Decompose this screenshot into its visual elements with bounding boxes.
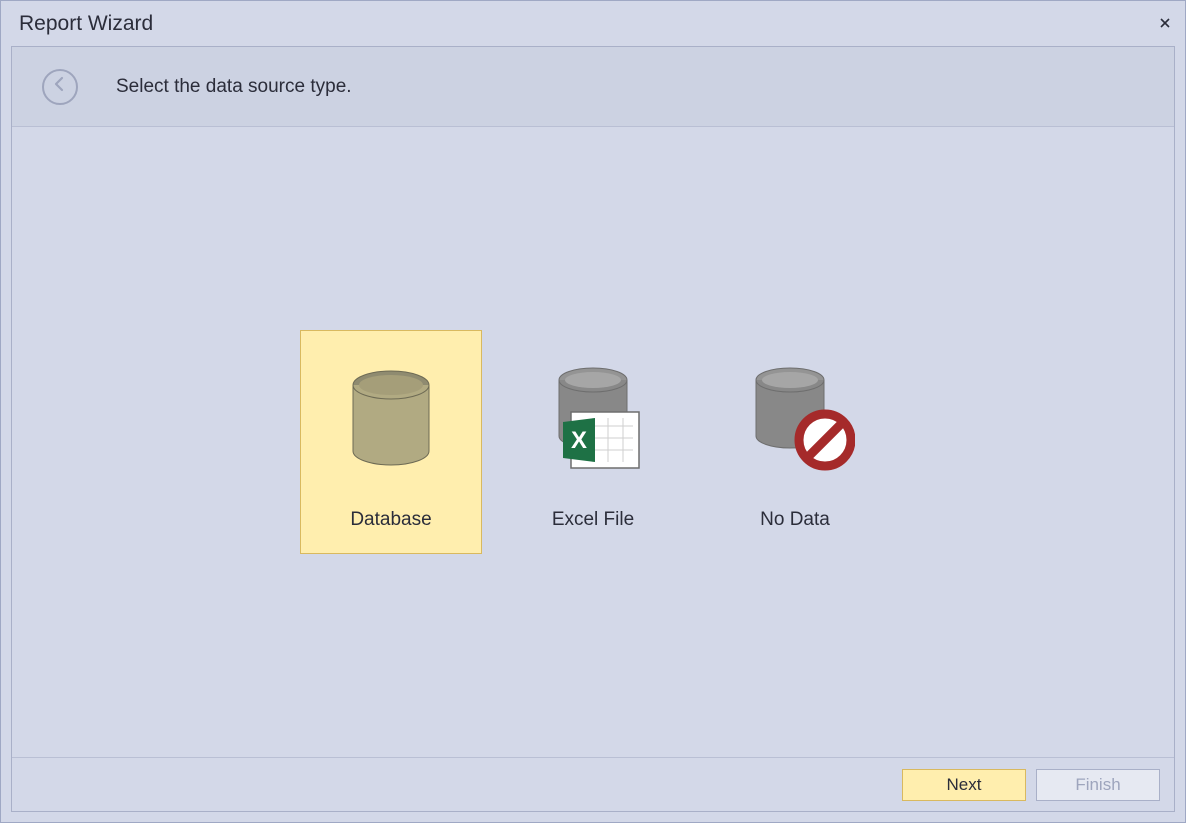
close-button[interactable] [1155,14,1175,34]
options-area: Database [12,127,1174,757]
option-no-data[interactable]: No Data [704,330,886,554]
option-label: Database [350,509,431,531]
titlebar: Report Wizard [1,1,1185,46]
excel-file-icon: X [503,331,683,505]
option-database[interactable]: Database [300,330,482,554]
finish-button: Finish [1036,769,1160,801]
next-button[interactable]: Next [902,769,1026,801]
close-icon [1160,15,1170,32]
wizard-window: Report Wizard Select the data source typ… [0,0,1186,823]
no-data-icon [705,331,885,505]
finish-button-label: Finish [1075,775,1120,795]
option-excel-file[interactable]: X Excel File [502,330,684,554]
next-button-label: Next [947,775,982,795]
content-panel: Select the data source type. Database [11,46,1175,812]
instruction-bar: Select the data source type. [12,47,1174,127]
arrow-left-icon [51,75,69,98]
back-button[interactable] [42,69,78,105]
instruction-text: Select the data source type. [116,76,352,98]
window-title: Report Wizard [19,12,153,36]
database-icon [301,331,481,505]
options-row: Database [300,330,886,554]
option-label: Excel File [552,509,634,531]
svg-text:X: X [571,427,587,454]
footer: Next Finish [12,757,1174,811]
option-label: No Data [760,509,830,531]
